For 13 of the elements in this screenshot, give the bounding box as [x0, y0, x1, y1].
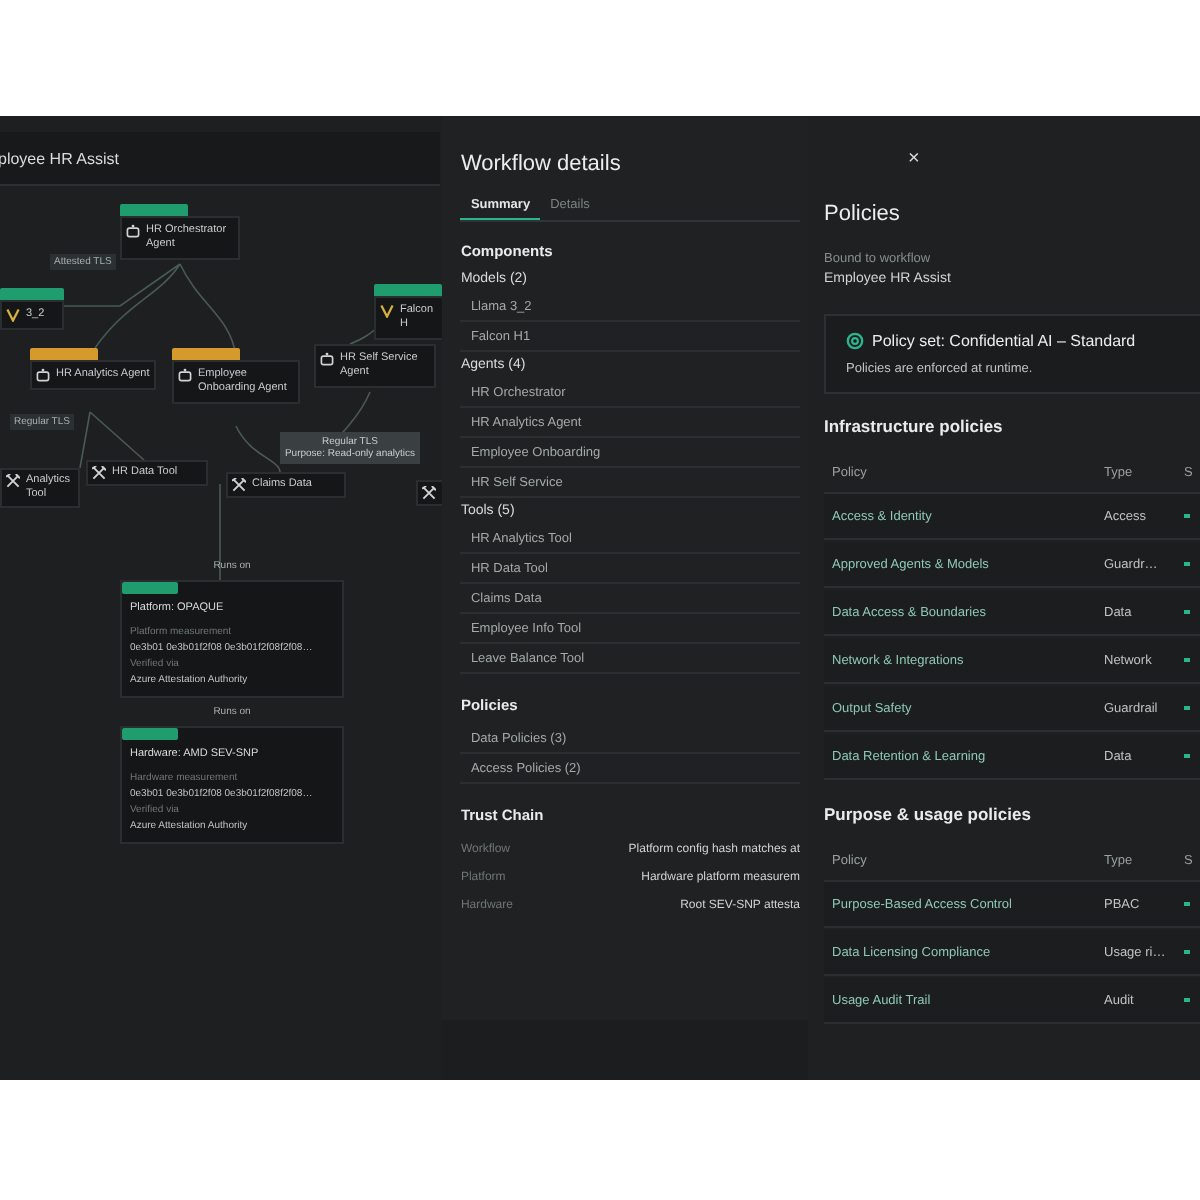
- tools-icon: [92, 466, 106, 480]
- model-icon: [6, 308, 20, 322]
- close-button[interactable]: ×: [908, 150, 920, 170]
- panel-title: Policies: [824, 202, 902, 226]
- tools-icon: [6, 474, 20, 488]
- model-icon: [380, 304, 394, 318]
- tools-icon: [422, 486, 436, 500]
- table-heading: Infrastructure policies: [824, 416, 1005, 436]
- table-heading: Purpose & usage policies: [824, 804, 1033, 824]
- panel-title: Workflow details: [460, 152, 623, 176]
- tool-node[interactable]: [416, 480, 443, 506]
- policy-set-title: Policy set: Confidential AI – Standard: [872, 332, 1136, 350]
- tools-icon: [232, 478, 246, 492]
